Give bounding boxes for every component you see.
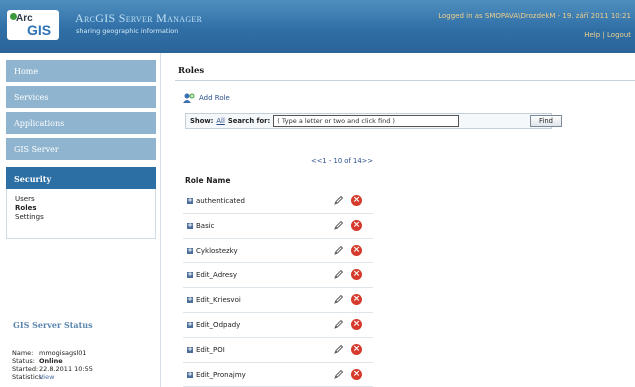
role-name[interactable]: authenticated bbox=[196, 197, 245, 205]
pager: <<1 - 10 of 14>> bbox=[311, 157, 373, 165]
delete-icon[interactable] bbox=[351, 343, 362, 355]
logo-text-gis: GIS bbox=[27, 22, 52, 38]
sidebar-item-security[interactable]: Security bbox=[6, 167, 156, 189]
app-header: Arc GIS ArcGIS Server Manager sharing ge… bbox=[0, 0, 635, 53]
search-input[interactable] bbox=[273, 115, 460, 127]
table-row: Cyklostezky bbox=[183, 239, 373, 264]
login-info: Logged in as SMOPAVA\DrozdekM - 19. září… bbox=[438, 12, 631, 20]
expand-icon[interactable] bbox=[187, 344, 193, 354]
edit-icon[interactable] bbox=[333, 294, 344, 305]
status-row-name: Name: mmogisagsl01 bbox=[12, 349, 93, 357]
status-title: GIS Server Status bbox=[13, 320, 93, 330]
expand-icon[interactable] bbox=[187, 294, 193, 304]
sidebar-item-gis-server[interactable]: GIS Server bbox=[6, 138, 156, 160]
help-link[interactable]: Help bbox=[584, 31, 600, 39]
status-key: Started: bbox=[12, 365, 39, 373]
role-name[interactable]: Edit_Odpady bbox=[196, 321, 240, 329]
delete-icon[interactable] bbox=[351, 268, 362, 281]
table-row: Edit_Pronajmy bbox=[183, 363, 373, 387]
status-row-statistics: Statistics: View bbox=[12, 373, 93, 381]
expand-icon[interactable] bbox=[187, 369, 193, 379]
role-name[interactable]: Edit_Kriesvoi bbox=[196, 296, 241, 304]
status-key: Statistics: bbox=[12, 373, 44, 381]
subnav-item-roles[interactable]: Roles bbox=[15, 204, 155, 213]
delete-icon[interactable] bbox=[351, 293, 362, 306]
role-name[interactable]: Basic bbox=[196, 222, 215, 230]
app-title: ArcGIS Server Manager bbox=[75, 11, 203, 25]
statistics-view-link[interactable]: View bbox=[39, 373, 54, 381]
role-name[interactable]: Edit_Pronajmy bbox=[196, 371, 246, 379]
expand-icon[interactable] bbox=[187, 245, 193, 255]
edit-icon[interactable] bbox=[333, 245, 344, 256]
table-row: Edit_POI bbox=[183, 338, 373, 363]
role-name[interactable]: Edit_Adresy bbox=[196, 271, 237, 279]
app-subtitle: sharing geographic information bbox=[76, 27, 179, 35]
expand-icon[interactable] bbox=[187, 269, 193, 279]
status-key: Status: bbox=[12, 357, 35, 365]
subnav-item-settings[interactable]: Settings bbox=[15, 213, 155, 222]
role-name[interactable]: Cyklostezky bbox=[196, 247, 238, 255]
add-role-button[interactable]: Add Role bbox=[183, 93, 230, 103]
table-row: Edit_Kriesvoi bbox=[183, 288, 373, 313]
table-row: Edit_Odpady bbox=[183, 313, 373, 338]
table-row: authenticated bbox=[183, 189, 373, 214]
status-table: Name: mmogisagsl01 Status: Online Starte… bbox=[12, 349, 93, 381]
expand-icon[interactable] bbox=[187, 195, 193, 205]
status-value: 22.8.2011 10:55 bbox=[39, 365, 93, 373]
role-name-column-header: Role Name bbox=[185, 176, 231, 185]
sidebar-item-services[interactable]: Services bbox=[6, 86, 156, 108]
sidebar-item-applications[interactable]: Applications bbox=[6, 112, 156, 134]
edit-icon[interactable] bbox=[333, 195, 344, 206]
edit-icon[interactable] bbox=[333, 369, 344, 380]
sidebar-item-home[interactable]: Home bbox=[6, 60, 156, 82]
delete-icon[interactable] bbox=[351, 368, 362, 380]
show-label: Show: bbox=[190, 117, 214, 125]
expand-icon[interactable] bbox=[187, 319, 193, 329]
status-row-started: Started: 22.8.2011 10:55 bbox=[12, 365, 93, 373]
edit-icon[interactable] bbox=[333, 319, 344, 330]
expand-icon[interactable] bbox=[187, 220, 193, 230]
edit-icon[interactable] bbox=[333, 220, 344, 231]
link-separator: | bbox=[602, 31, 605, 39]
arcgis-logo: Arc GIS bbox=[7, 10, 59, 40]
add-role-label: Add Role bbox=[199, 94, 230, 102]
find-button[interactable]: Find bbox=[530, 115, 562, 127]
roles-list: authenticated Basic Cyklostezky Edit_Adresy… bbox=[183, 189, 373, 387]
page-title: Roles bbox=[178, 66, 205, 76]
status-key: Name: bbox=[12, 349, 34, 357]
subnav-item-users[interactable]: Users bbox=[15, 195, 155, 204]
table-row: Basic bbox=[183, 214, 373, 239]
table-row: Edit_Adresy bbox=[183, 263, 373, 289]
delete-icon[interactable] bbox=[351, 318, 362, 330]
edit-icon[interactable] bbox=[333, 269, 344, 280]
delete-icon[interactable] bbox=[351, 194, 362, 206]
add-role-icon bbox=[183, 93, 195, 103]
show-all-link[interactable]: All bbox=[216, 117, 224, 125]
pager-range: 1 - 10 of 14 bbox=[322, 157, 362, 165]
role-name[interactable]: Edit_POI bbox=[196, 346, 225, 354]
delete-icon[interactable] bbox=[351, 219, 362, 231]
delete-icon[interactable] bbox=[351, 244, 362, 256]
pager-prev[interactable]: << bbox=[311, 157, 322, 165]
security-subnav: Users Roles Settings bbox=[6, 189, 156, 239]
search-bar: Show: All Search for: Find bbox=[185, 113, 562, 129]
status-value: mmogisagsl01 bbox=[39, 349, 87, 357]
search-for-label: Search for: bbox=[227, 117, 271, 125]
logout-link[interactable]: Logout bbox=[607, 31, 631, 39]
edit-icon[interactable] bbox=[333, 344, 344, 355]
header-links: Help | Logout bbox=[584, 31, 631, 39]
main-content: Roles Add Role Show: All Search for: Fin… bbox=[161, 53, 635, 387]
title-divider bbox=[175, 80, 635, 81]
pager-next[interactable]: >> bbox=[362, 157, 373, 165]
status-value: Online bbox=[39, 357, 63, 365]
status-row-status: Status: Online bbox=[12, 357, 93, 365]
